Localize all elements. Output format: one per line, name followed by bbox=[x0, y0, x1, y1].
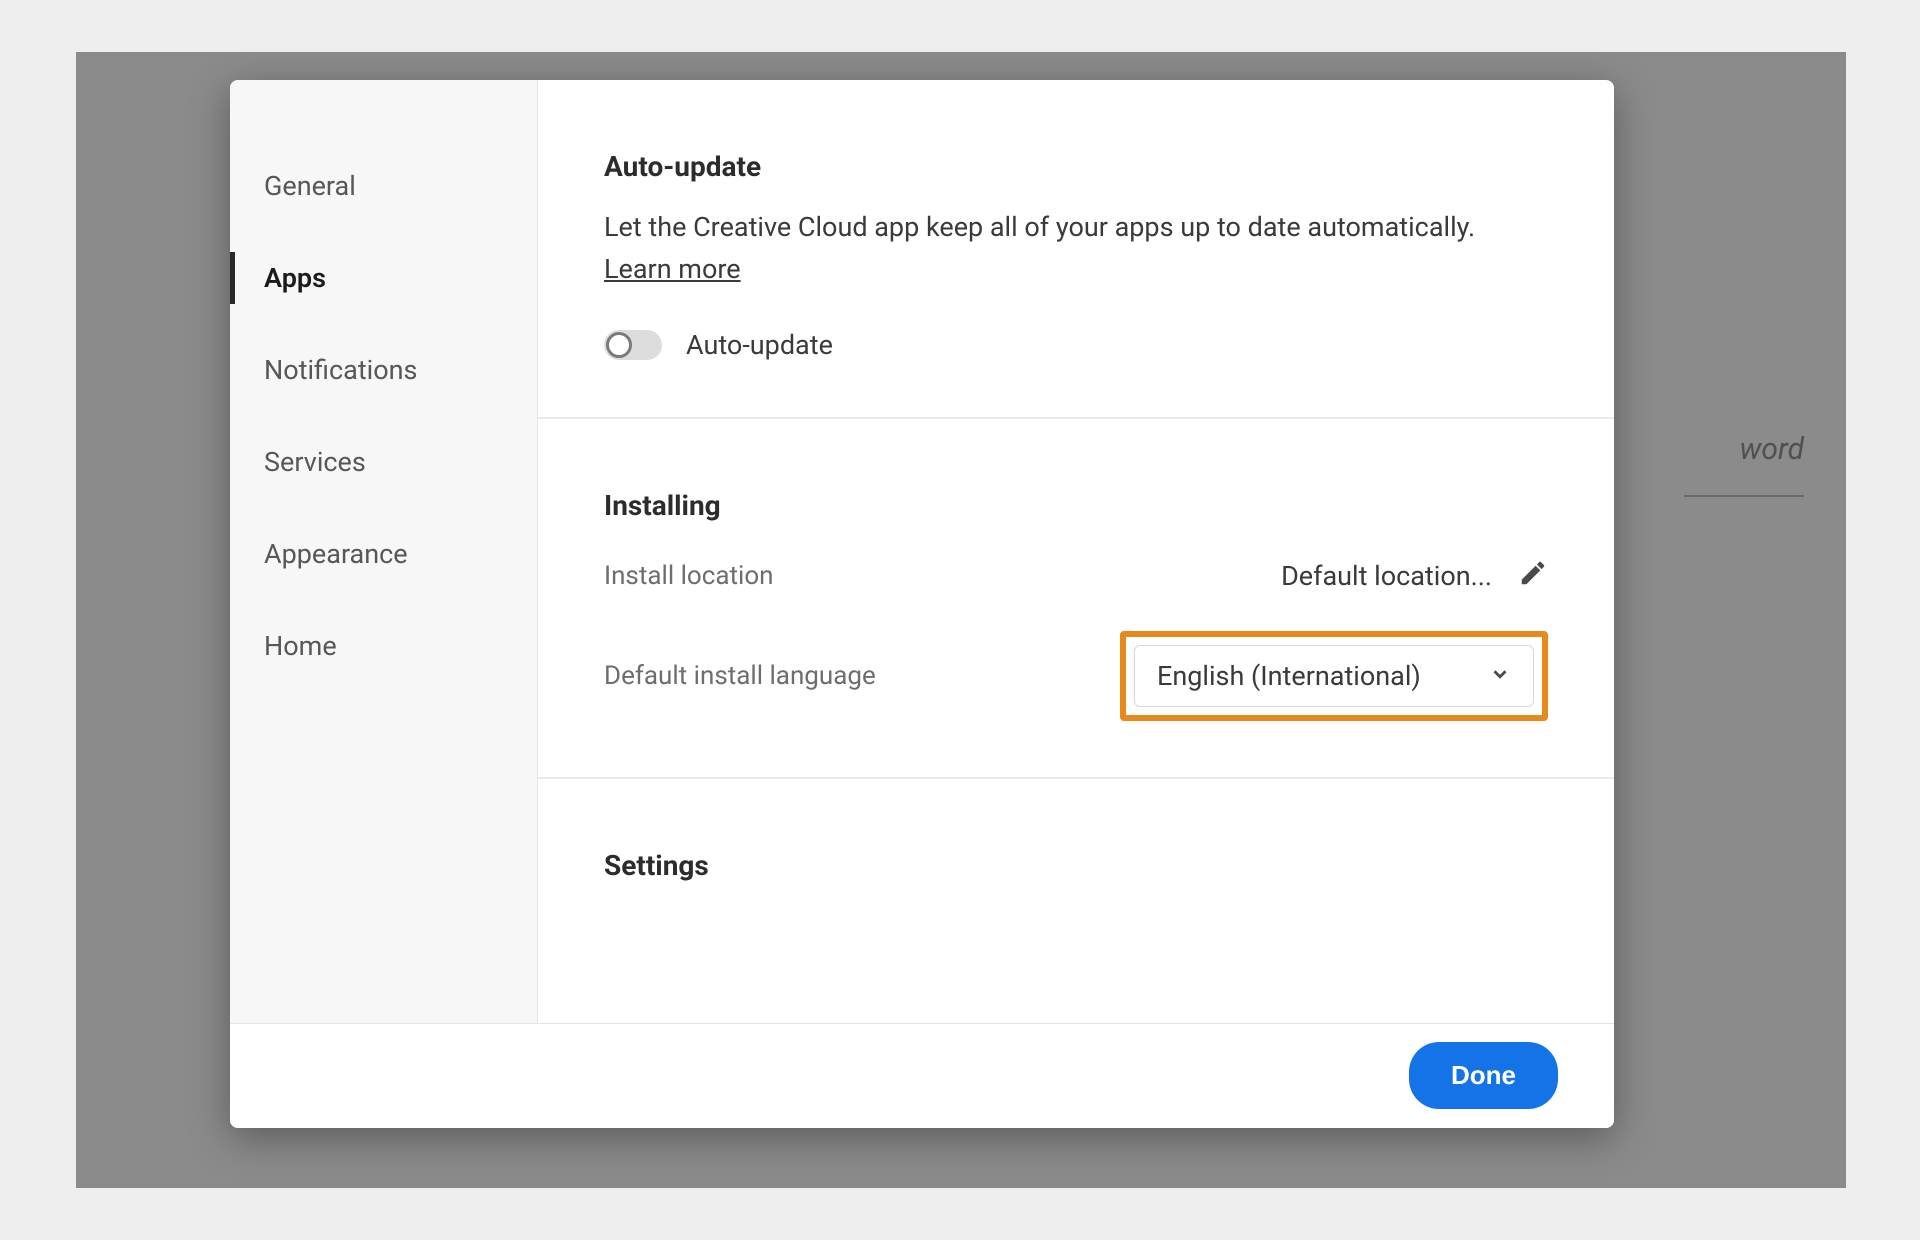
sidebar-item-label: Apps bbox=[264, 262, 326, 294]
install-location-label: Install location bbox=[604, 561, 774, 591]
language-select-value: English (International) bbox=[1157, 660, 1421, 692]
install-location-value-group: Default location... bbox=[1281, 558, 1548, 595]
language-select[interactable]: English (International) bbox=[1134, 645, 1534, 707]
sidebar-item-general[interactable]: General bbox=[230, 140, 537, 232]
chevron-down-icon bbox=[1489, 660, 1511, 692]
toggle-knob bbox=[606, 332, 632, 358]
sidebar-item-home[interactable]: Home bbox=[230, 600, 537, 692]
sidebar-item-label: Services bbox=[264, 446, 366, 478]
sidebar-item-notifications[interactable]: Notifications bbox=[230, 324, 537, 416]
learn-more-link[interactable]: Learn more bbox=[604, 253, 741, 285]
background-partial-text: word bbox=[1684, 432, 1804, 497]
install-location-row: Install location Default location... bbox=[604, 558, 1548, 595]
sidebar-item-label: Home bbox=[264, 630, 337, 662]
pencil-icon[interactable] bbox=[1518, 558, 1548, 595]
sidebar-item-services[interactable]: Services bbox=[230, 416, 537, 508]
preferences-dialog: General Apps Notifications Services Appe… bbox=[230, 80, 1614, 1128]
section-description: Let the Creative Cloud app keep all of y… bbox=[604, 207, 1548, 249]
install-language-row: Default install language English (Intern… bbox=[604, 631, 1548, 721]
toggle-label: Auto-update bbox=[686, 329, 833, 361]
sidebar-item-appearance[interactable]: Appearance bbox=[230, 508, 537, 600]
section-title: Auto-update bbox=[604, 150, 1548, 183]
install-language-label: Default install language bbox=[604, 661, 876, 691]
language-select-highlight: English (International) bbox=[1120, 631, 1548, 721]
auto-update-toggle[interactable] bbox=[604, 330, 662, 360]
auto-update-toggle-row: Auto-update bbox=[604, 329, 1548, 361]
sidebar-item-label: Notifications bbox=[264, 354, 417, 386]
sidebar: General Apps Notifications Services Appe… bbox=[230, 80, 538, 1023]
content-pane[interactable]: Auto-update Let the Creative Cloud app k… bbox=[538, 80, 1614, 1023]
section-title: Installing bbox=[604, 489, 1548, 522]
install-location-value: Default location... bbox=[1281, 560, 1492, 592]
dialog-footer: Done bbox=[230, 1023, 1614, 1128]
section-title: Settings bbox=[604, 849, 1548, 882]
sidebar-item-label: General bbox=[264, 170, 356, 202]
sidebar-item-apps[interactable]: Apps bbox=[230, 232, 537, 324]
section-installing: Installing Install location Default loca… bbox=[538, 419, 1614, 779]
section-settings: Settings bbox=[538, 779, 1614, 1023]
scroll-padding bbox=[604, 906, 1548, 1023]
dialog-body: General Apps Notifications Services Appe… bbox=[230, 80, 1614, 1023]
sidebar-item-label: Appearance bbox=[264, 538, 408, 570]
section-auto-update: Auto-update Let the Creative Cloud app k… bbox=[538, 80, 1614, 419]
done-button[interactable]: Done bbox=[1409, 1042, 1558, 1109]
